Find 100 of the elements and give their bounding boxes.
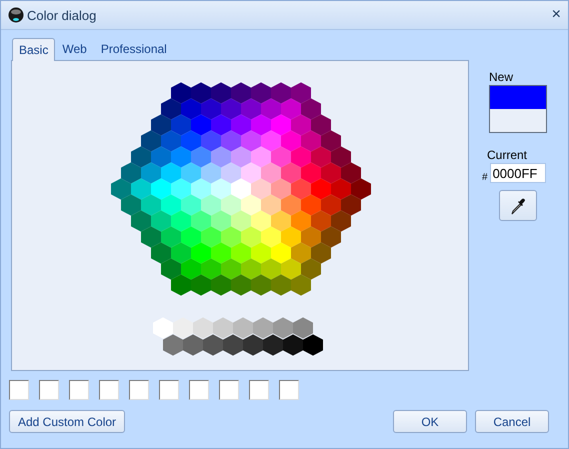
color-swatch[interactable]	[163, 334, 183, 356]
color-swatch[interactable]	[211, 242, 231, 264]
color-swatch[interactable]	[331, 210, 351, 232]
custom-color-slot[interactable]	[69, 380, 89, 400]
color-swatch[interactable]	[131, 146, 151, 168]
custom-color-slot[interactable]	[159, 380, 179, 400]
color-swatch[interactable]	[201, 98, 221, 120]
color-swatch[interactable]	[291, 146, 311, 168]
color-swatch[interactable]	[301, 98, 321, 120]
color-swatch[interactable]	[171, 114, 191, 136]
color-swatch[interactable]	[251, 114, 271, 136]
color-swatch[interactable]	[221, 130, 241, 152]
color-swatch[interactable]	[261, 98, 281, 120]
color-swatch[interactable]	[193, 317, 213, 339]
color-swatch[interactable]	[281, 130, 301, 152]
custom-color-slot[interactable]	[39, 380, 59, 400]
color-swatch[interactable]	[241, 130, 261, 152]
tab[interactable]: Professional	[94, 37, 174, 60]
color-swatch[interactable]	[211, 274, 231, 296]
color-swatch[interactable]	[181, 98, 201, 120]
color-swatch[interactable]	[311, 210, 331, 232]
color-swatch[interactable]	[321, 162, 341, 184]
color-swatch[interactable]	[191, 146, 211, 168]
color-swatch[interactable]	[241, 258, 261, 280]
color-swatch[interactable]	[293, 317, 313, 339]
color-swatch[interactable]	[153, 317, 173, 339]
color-swatch[interactable]	[251, 242, 271, 264]
add-custom-color-button[interactable]: Add Custom Color	[9, 410, 126, 433]
color-swatch[interactable]	[261, 162, 281, 184]
color-swatch[interactable]	[231, 274, 251, 296]
color-swatch[interactable]	[251, 178, 271, 200]
tab[interactable]: Web	[55, 37, 94, 60]
color-swatch[interactable]	[223, 334, 243, 356]
color-swatch[interactable]	[311, 114, 331, 136]
color-swatch[interactable]	[251, 146, 271, 168]
color-swatch[interactable]	[251, 210, 271, 232]
color-swatch[interactable]	[171, 178, 191, 200]
color-swatch[interactable]	[261, 258, 281, 280]
color-swatch[interactable]	[181, 162, 201, 184]
color-swatch[interactable]	[283, 334, 303, 356]
color-swatch[interactable]	[181, 194, 201, 216]
color-swatch[interactable]	[151, 178, 171, 200]
hex-input-field[interactable]: 0000FF	[490, 163, 546, 183]
color-swatch[interactable]	[211, 178, 231, 200]
color-swatch[interactable]	[291, 210, 311, 232]
color-swatch[interactable]	[201, 130, 221, 152]
color-swatch[interactable]	[291, 114, 311, 136]
color-swatch[interactable]	[191, 82, 211, 104]
color-swatch[interactable]	[231, 242, 251, 264]
color-swatch[interactable]	[141, 162, 161, 184]
color-swatch[interactable]	[291, 82, 311, 104]
color-swatch[interactable]	[231, 114, 251, 136]
color-swatch[interactable]	[211, 146, 231, 168]
color-swatch[interactable]	[231, 178, 251, 200]
color-swatch[interactable]	[233, 317, 253, 339]
color-swatch[interactable]	[141, 226, 161, 248]
color-swatch[interactable]	[161, 162, 181, 184]
color-swatch[interactable]	[211, 114, 231, 136]
color-swatch[interactable]	[191, 210, 211, 232]
custom-color-slot[interactable]	[279, 380, 299, 400]
color-swatch[interactable]	[241, 194, 261, 216]
color-swatch[interactable]	[301, 226, 321, 248]
color-swatch[interactable]	[291, 242, 311, 264]
ok-button[interactable]: OK	[393, 410, 467, 433]
custom-color-slot[interactable]	[129, 380, 149, 400]
color-swatch[interactable]	[321, 130, 341, 152]
color-swatch[interactable]	[231, 210, 251, 232]
close-button[interactable]: ×	[552, 6, 561, 24]
color-swatch[interactable]	[191, 114, 211, 136]
color-swatch[interactable]	[301, 258, 321, 280]
color-swatch[interactable]	[161, 226, 181, 248]
color-swatch[interactable]	[183, 334, 203, 356]
color-swatch[interactable]	[281, 162, 301, 184]
color-swatch[interactable]	[341, 162, 361, 184]
color-swatch[interactable]	[311, 242, 331, 264]
color-swatch[interactable]	[271, 178, 291, 200]
color-swatch[interactable]	[171, 146, 191, 168]
color-swatch[interactable]	[211, 82, 231, 104]
color-swatch[interactable]	[161, 194, 181, 216]
color-swatch[interactable]	[191, 274, 211, 296]
color-swatch[interactable]	[281, 194, 301, 216]
color-swatch[interactable]	[271, 146, 291, 168]
color-swatch[interactable]	[201, 194, 221, 216]
color-swatch[interactable]	[151, 146, 171, 168]
color-swatch[interactable]	[201, 258, 221, 280]
color-swatch[interactable]	[213, 317, 233, 339]
color-swatch[interactable]	[221, 258, 241, 280]
color-swatch[interactable]	[271, 242, 291, 264]
color-swatch[interactable]	[171, 242, 191, 264]
color-swatch[interactable]	[221, 226, 241, 248]
color-swatch[interactable]	[241, 226, 261, 248]
color-swatch[interactable]	[261, 226, 281, 248]
color-swatch[interactable]	[131, 178, 151, 200]
color-swatch[interactable]	[231, 82, 251, 104]
color-swatch[interactable]	[331, 178, 351, 200]
color-swatch[interactable]	[121, 194, 141, 216]
color-swatch[interactable]	[221, 162, 241, 184]
color-swatch[interactable]	[251, 274, 271, 296]
color-swatch[interactable]	[253, 317, 273, 339]
color-swatch[interactable]	[281, 98, 301, 120]
